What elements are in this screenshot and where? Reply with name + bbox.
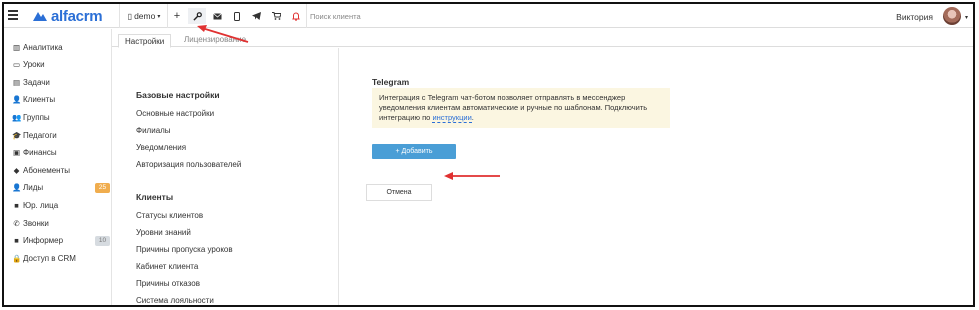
sidebar-item-label: Звонки [23,218,49,228]
settings-link[interactable]: Уровни знаний [136,228,191,237]
telegram-icon [251,12,261,20]
settings-link[interactable]: Основные настройки [136,109,214,118]
section-title-basic: Базовые настройки [136,90,220,100]
sidebar-item[interactable]: ◆ Абонементы [12,163,110,177]
brand-name: alfacrm [51,7,103,25]
settings-link[interactable]: Причины пропуска уроков [136,245,233,254]
sidebar-item-label: Абонементы [23,165,71,175]
instructions-link[interactable]: инструкции [432,113,472,123]
graduation-cap-icon: 🎓 [12,130,22,140]
branch-selector[interactable]: ▯ demo ▾ [123,8,165,24]
sidebar-item-label: Педагоги [23,130,57,140]
mail-icon [212,12,222,19]
settings-link[interactable]: Причины отказов [136,279,200,288]
money-icon: ▣ [12,148,21,158]
phone-call-icon: ✆ [13,218,20,228]
user-plus-icon: 👤 [12,183,22,193]
sidebar-item-label: Аналитика [23,42,63,52]
sidebar-item-label: Доступ в CRM [23,253,76,263]
tag-icon: ◆ [13,165,20,175]
briefcase-icon: ■ [14,200,19,210]
plus-icon: + [173,10,181,22]
top-bar: alfacrm ▯ demo ▾ + Поиск клиента Виктори… [4,4,973,28]
info-text: Интеграция с Telegram чат-ботом позволяе… [379,93,648,122]
users-icon: 👥 [12,112,22,122]
sidebar-item-label: Информер [23,236,64,246]
building-icon: ▯ [127,11,133,21]
chevron-down-icon: ▾ [157,13,161,20]
sidebar-item[interactable]: ■ Информер 10 [12,234,110,248]
bell-icon [292,12,300,21]
telegram-info-box: Интеграция с Telegram чат-ботом позволяе… [372,88,670,128]
sidebar-item-label: Юр. лица [23,200,59,210]
phone-button[interactable] [230,8,244,24]
app-window: alfacrm ▯ demo ▾ + Поиск клиента Виктори… [2,2,975,307]
tab-bar: Настройки Лицензирование [112,29,973,48]
sidebar-item[interactable]: ▣ Финансы [12,146,110,160]
add-button[interactable]: + [170,8,184,24]
menu-icon[interactable] [8,10,18,20]
sidebar-item[interactable]: ▭ Уроки [12,58,110,72]
settings-link[interactable]: Система лояльности [136,296,214,305]
search-input[interactable]: Поиск клиента [310,12,361,21]
sidebar-item-label: Лиды [23,183,44,193]
info-end: . [471,113,474,122]
mail-button[interactable] [210,8,224,24]
logo[interactable]: alfacrm [32,7,103,25]
sidebar-item-label: Задачи [23,77,50,87]
sidebar-item[interactable]: ▤ Задачи [12,75,110,89]
sidebar-item-label: Финансы [23,148,57,158]
branch-name: demo [134,11,156,21]
settings-link[interactable]: Уведомления [136,143,186,152]
user-icon: 👤 [12,95,22,105]
sidebar-item-label: Клиенты [23,95,56,105]
sidebar-item-label: Группы [23,112,50,122]
sidebar-item-label: Уроки [23,60,45,70]
telegram-title: Telegram [372,77,410,87]
count-badge: 10 [95,235,110,246]
tab-settings[interactable]: Настройки [118,34,172,48]
avatar[interactable] [943,7,961,25]
chart-icon: ▥ [12,42,21,52]
sidebar-item[interactable]: 👥 Группы [12,110,110,124]
calendar-icon: ▭ [12,60,21,70]
settings-link[interactable]: Статусы клиентов [136,211,203,220]
cart-button[interactable] [269,8,283,24]
divider [306,4,307,28]
settings-link[interactable]: Филиалы [136,126,171,135]
user-name[interactable]: Виктория [896,12,933,22]
count-badge: 25 [95,182,110,193]
telegram-button[interactable] [249,8,263,24]
sidebar-item[interactable]: 🎓 Педагоги [12,128,110,142]
settings-link[interactable]: Авторизация пользователей [136,160,241,169]
notifications-button[interactable] [289,8,303,24]
cancel-button[interactable]: Отмена [366,184,432,201]
add-button[interactable]: + Добавить [372,144,456,159]
sidebar-item[interactable]: ✆ Звонки [12,216,110,230]
sidebar-item[interactable]: ▥ Аналитика [12,40,110,54]
settings-button[interactable] [188,8,206,24]
phone-icon [234,11,240,21]
sidebar-item[interactable]: 👤 Лиды 25 [12,181,110,195]
cart-icon [271,12,281,20]
wrench-icon [192,11,202,21]
sidebar-item[interactable]: 🔒 Доступ в CRM [12,251,110,265]
settings-link[interactable]: Кабинет клиента [136,262,198,271]
informer-icon: ■ [14,236,19,246]
divider [119,4,120,28]
sidebar: ▥ Аналитика ▭ Уроки ▤ Задачи 👤 Клиенты 👥 Группы 🎓 П… [4,29,111,305]
main-content: Настройки Лицензирование Базовые настрой… [111,29,973,305]
settings-menu: Базовые настройки Основные настройки Фил… [112,48,339,305]
chevron-down-icon[interactable]: ▾ [965,14,968,21]
lock-icon: 🔒 [12,253,22,263]
tasks-icon: ▤ [12,77,21,87]
divider [167,4,168,28]
tab-licensing[interactable]: Лицензирование [178,33,252,47]
sidebar-item[interactable]: ■ Юр. лица [12,198,110,212]
section-title-clients: Клиенты [136,192,174,202]
sidebar-item[interactable]: 👤 Клиенты [12,93,110,107]
logo-mark-icon [33,12,47,21]
